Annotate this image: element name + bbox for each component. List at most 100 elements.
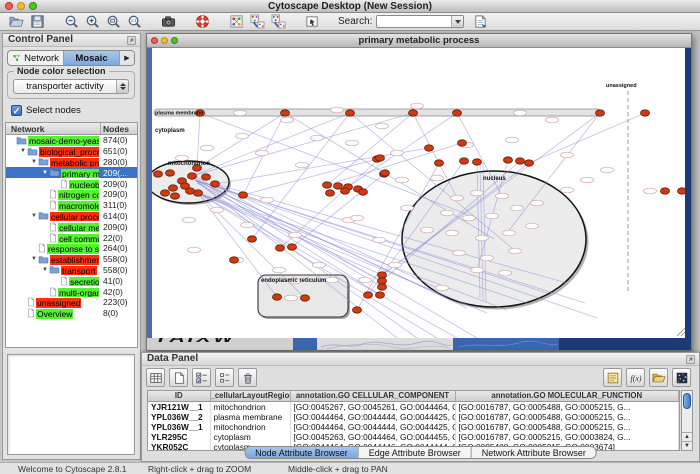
gene-node — [334, 183, 343, 189]
search-dropdown-arrow-icon[interactable] — [451, 16, 463, 27]
disclosure-triangle-icon[interactable]: ▼ — [30, 159, 38, 165]
gene-label-node — [296, 162, 309, 168]
gene-label-node — [581, 177, 594, 183]
tab-network-attribute-browser[interactable]: Network Attribute Browser — [472, 447, 596, 458]
table-row[interactable]: YPL036W__1mitochondrion[GO:0044464, GO:0… — [148, 422, 679, 432]
open-folder-icon[interactable] — [649, 368, 668, 387]
tab-node-attribute-browser[interactable]: Node Attribute Browser — [245, 447, 359, 458]
tree-row[interactable]: nitrogen compoun209(0) — [6, 189, 137, 200]
scroll-up-icon[interactable]: ▲ — [682, 432, 692, 441]
delete-trash-icon[interactable] — [238, 368, 257, 387]
select-columns-icon[interactable] — [192, 368, 211, 387]
tree-row[interactable]: ▼primary metabolic209(... — [6, 167, 137, 178]
column-header[interactable]: _cellularLayoutRegion — [210, 391, 290, 401]
network-name-label: cell communicatio — [58, 234, 99, 243]
float-panel-icon[interactable] — [685, 354, 696, 365]
tree-row[interactable]: Overview8(0) — [6, 308, 137, 319]
save-session-icon[interactable] — [29, 14, 46, 30]
tab-edge-attribute-browser[interactable]: Edge Attribute Browser — [359, 447, 472, 458]
disclosure-triangle-icon[interactable]: ▼ — [41, 170, 49, 176]
scrollbar-thumb[interactable] — [683, 393, 691, 409]
gene-node — [661, 188, 670, 194]
network-name-label: secretion — [69, 277, 99, 286]
tab-mosaic[interactable]: Mosaic — [64, 51, 120, 65]
app-title-bar[interactable]: Cytoscape Desktop (New Session) — [0, 0, 700, 13]
tree-row[interactable]: cell communicatio22(0) — [6, 232, 137, 243]
table-row[interactable]: YLR295Ccytoplasm[GO:0045263, GO:0044464,… — [148, 432, 679, 442]
gene-node — [276, 245, 285, 251]
folder-icon — [49, 265, 60, 274]
disclosure-triangle-icon[interactable]: ▼ — [41, 267, 49, 273]
column-header[interactable]: annotation.GO CELLULAR_COMPONENT — [290, 391, 455, 401]
node-count: 311(0) — [103, 200, 127, 210]
gene-label-node — [261, 197, 274, 203]
gene-label-node — [311, 135, 324, 141]
zoom-in-icon[interactable] — [84, 14, 101, 30]
gene-node — [323, 182, 332, 188]
network-canvas[interactable]: plasma membranecytoplasmmitochondrionnuc… — [147, 48, 691, 338]
network-name-label: nucleobase-conta — [69, 180, 99, 189]
disclosure-triangle-icon[interactable]: ▼ — [19, 148, 27, 154]
annotation-icon[interactable] — [304, 14, 321, 30]
network-view-window[interactable]: primary metabolic process plasma membran… — [146, 33, 692, 351]
tree-row[interactable]: multi-organism pro42(0) — [6, 286, 137, 297]
network-name-label: multi-organism pro — [58, 288, 99, 297]
column-list-icon[interactable] — [215, 368, 234, 387]
network-view-icon[interactable] — [228, 14, 245, 30]
gene-node — [504, 157, 513, 163]
tree-row[interactable]: ▼establishment of lo558(0) — [6, 254, 137, 265]
combo-stepper-icon[interactable] — [116, 80, 128, 93]
zoom-fit-icon[interactable]: 1:1 — [126, 14, 143, 30]
tree-row[interactable]: ▼metabolic process280(0) — [6, 157, 137, 168]
color-attribute-select[interactable]: transporter activity — [13, 79, 129, 94]
tree-row[interactable]: ▼cellular process614(0) — [6, 211, 137, 222]
gene-label-node — [273, 267, 286, 273]
attribute-browser-tabs: Node Attribute BrowserEdge Attribute Bro… — [244, 446, 597, 459]
gene-label-node — [506, 137, 519, 143]
select-nodes-checkbox[interactable]: ✓ — [11, 105, 22, 116]
attribute-table[interactable]: ID_cellularLayoutRegionannotation.GO CEL… — [147, 390, 680, 451]
disclosure-triangle-icon[interactable]: ▼ — [30, 213, 38, 219]
tree-row[interactable]: nucleobase-conta209(0) — [6, 178, 137, 189]
column-header[interactable]: ID — [148, 391, 210, 401]
search-input[interactable] — [376, 15, 464, 28]
notes-icon[interactable] — [603, 368, 622, 387]
table-icon[interactable] — [146, 368, 165, 387]
network-window-title-bar[interactable]: primary metabolic process — [147, 34, 691, 48]
zoom-out-icon[interactable] — [63, 14, 80, 30]
gene-node — [376, 155, 385, 161]
matrix-icon[interactable] — [672, 368, 691, 387]
column-header[interactable]: annotation.GO MOLECULAR_FUNCTION — [455, 391, 679, 401]
table-row[interactable]: YJR121W__1mitochondrion[GO:0045267, GO:0… — [148, 401, 679, 412]
float-panel-icon[interactable] — [126, 35, 137, 46]
tree-row[interactable]: secretion41(0) — [6, 275, 137, 286]
function-icon[interactable]: f(x) — [626, 368, 645, 387]
new-document-icon[interactable] — [169, 368, 188, 387]
zoom-selected-icon[interactable] — [105, 14, 122, 30]
more-tabs-arrow-icon[interactable]: ▶ — [120, 51, 134, 65]
open-session-icon[interactable] — [8, 14, 25, 30]
network-overlay-first-icon[interactable] — [249, 14, 266, 30]
tree-row[interactable]: macromolecule m311(0) — [6, 200, 137, 211]
network-overlay-second-icon[interactable] — [270, 14, 287, 30]
import-attributes-icon[interactable] — [472, 14, 489, 30]
gene-label-node — [234, 110, 247, 116]
snapshot-camera-icon[interactable] — [160, 14, 177, 30]
tree-row[interactable]: response to stimulu264(0) — [6, 243, 137, 254]
gene-label-node — [451, 195, 464, 201]
status-message: Right-click + drag to ZOOM — [148, 464, 251, 474]
tree-row[interactable]: cellular metabolic209(0) — [6, 221, 137, 232]
tab-network[interactable]: Network — [8, 51, 64, 65]
birdseye-view-panel[interactable] — [7, 354, 135, 455]
tree-row[interactable]: ▼transport558(0) — [6, 265, 137, 276]
table-scrollbar[interactable]: ▲ ▼ — [681, 390, 693, 451]
tree-row[interactable]: ▼biological_process651(0) — [6, 146, 137, 157]
disclosure-triangle-icon[interactable]: ▼ — [30, 256, 38, 262]
table-row[interactable]: YPL036W__2plasma membrane[GO:0044464, GO… — [148, 412, 679, 422]
help-lifesaver-icon[interactable] — [194, 14, 211, 30]
tree-row[interactable]: unassigned223(0) — [6, 297, 137, 308]
gene-node — [186, 188, 195, 194]
scroll-down-icon[interactable]: ▼ — [682, 441, 692, 450]
gene-label-node — [471, 190, 484, 196]
tree-row[interactable]: mosaic-demo-yeast874(0) — [6, 135, 137, 146]
